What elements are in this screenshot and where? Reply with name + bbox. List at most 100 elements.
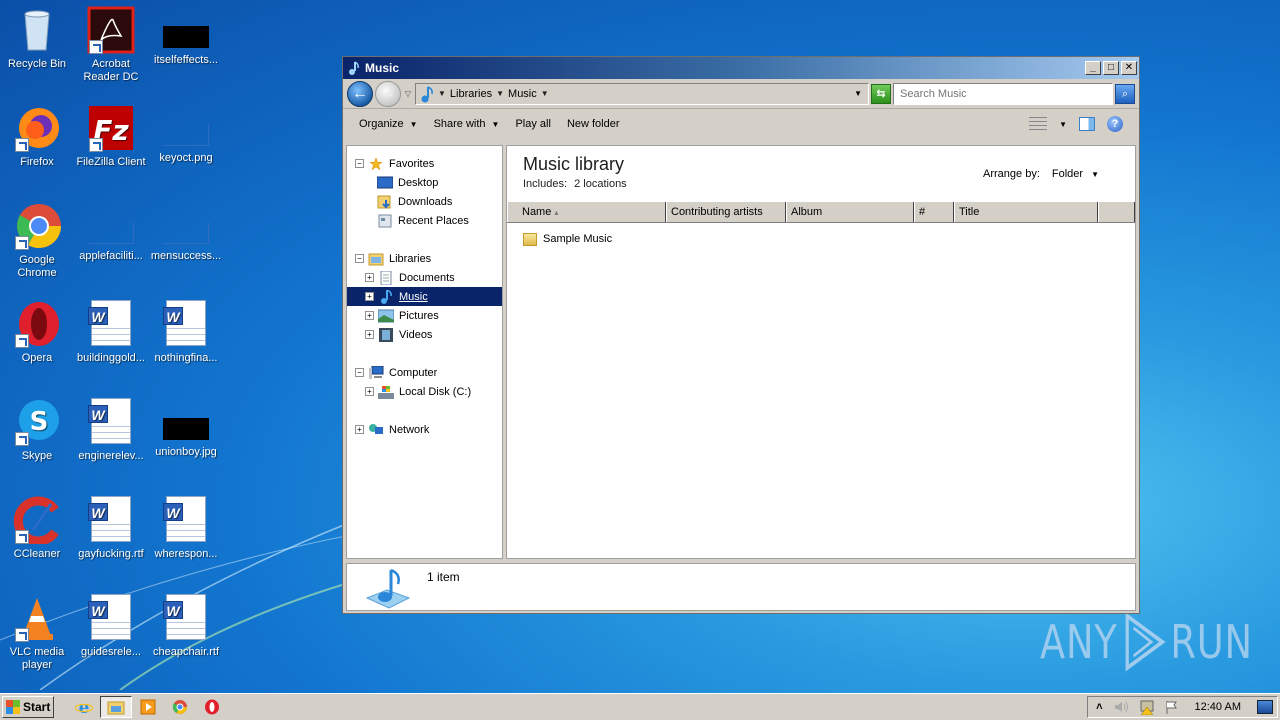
preview-pane-icon[interactable] — [1079, 117, 1095, 131]
breadcrumb-libraries[interactable]: Libraries — [450, 88, 492, 100]
tree-label: Computer — [389, 366, 438, 379]
title-bar[interactable]: Music _ □ ✕ — [343, 57, 1139, 79]
tree-music[interactable]: + Music — [347, 287, 502, 306]
share-with-button[interactable]: Share with ▼ — [426, 118, 508, 130]
clock[interactable]: 12:40 AM — [1195, 701, 1241, 713]
desktop-icon-acrobat[interactable]: Acrobat Reader DC — [74, 6, 148, 84]
maximize-button[interactable]: □ — [1103, 61, 1119, 75]
desktop-icon-nothingfina[interactable]: W nothingfina... — [149, 300, 223, 365]
start-button[interactable]: Start — [2, 696, 54, 718]
desktop-icon-keyoct[interactable]: keyoct.png — [149, 104, 223, 165]
desktop-icon-recycle-bin[interactable]: Recycle Bin — [0, 6, 74, 71]
downloads-folder-icon — [377, 195, 391, 208]
desktop-icon-firefox[interactable]: Firefox — [0, 104, 74, 169]
list-item[interactable]: Sample Music — [507, 229, 1135, 249]
collapse-toggle[interactable]: − — [355, 368, 364, 377]
minimize-button[interactable]: _ — [1085, 61, 1101, 75]
taskbar-windows-explorer[interactable] — [100, 696, 132, 718]
play-all-button[interactable]: Play all — [507, 118, 558, 130]
taskbar-media-player[interactable] — [132, 696, 164, 718]
start-label: Start — [23, 700, 51, 714]
search-input[interactable] — [893, 82, 1113, 105]
pictures-icon — [378, 309, 394, 322]
taskbar-opera[interactable] — [196, 696, 228, 718]
desktop-icon-google-chrome[interactable]: Google Chrome — [0, 202, 74, 280]
show-desktop-button[interactable] — [1257, 700, 1273, 714]
desktop-icon-itselfeffects[interactable]: itselfeffects... — [149, 6, 223, 67]
desktop-icon-mensuccess[interactable]: mensuccess... — [149, 202, 223, 263]
taskbar-internet-explorer[interactable]: e — [68, 696, 100, 718]
tree-documents[interactable]: + Documents — [347, 268, 502, 287]
breadcrumb-music[interactable]: Music — [508, 88, 537, 100]
forward-button[interactable]: → — [375, 80, 401, 107]
desktop-icon-skype[interactable]: S Skype — [0, 398, 74, 463]
tree-downloads[interactable]: Downloads — [347, 192, 502, 211]
breadcrumb-arrow[interactable]: ▼ — [541, 89, 549, 98]
column-header-title[interactable]: Title — [954, 202, 1098, 222]
desktop-icon-buildinggold[interactable]: W buildinggold... — [74, 300, 148, 365]
breadcrumb[interactable]: ▼ Libraries ▼ Music ▼ ▼ — [415, 82, 869, 105]
breadcrumb-root-arrow[interactable]: ▼ — [438, 89, 446, 98]
desktop-icon-vlc[interactable]: VLC media player — [0, 594, 74, 672]
expand-toggle[interactable]: + — [365, 311, 374, 320]
desktop-icon-ccleaner[interactable]: CCleaner — [0, 496, 74, 561]
collapse-toggle[interactable]: − — [355, 254, 364, 263]
item-count: 1 item — [427, 570, 460, 584]
desktop-icon-unionboy[interactable]: unionboy.jpg — [149, 398, 223, 459]
tree-libraries[interactable]: − Libraries — [347, 249, 502, 268]
desktop-icon-opera[interactable]: Opera — [0, 300, 74, 365]
tree-label: Documents — [399, 271, 455, 284]
expand-toggle[interactable]: + — [365, 330, 374, 339]
tree-favorites[interactable]: − Favorites — [347, 154, 502, 173]
change-view-icon[interactable] — [1029, 117, 1048, 131]
music-icon — [381, 289, 392, 304]
action-center-flag-icon[interactable] — [1165, 700, 1179, 714]
expand-toggle[interactable]: + — [355, 425, 364, 434]
back-button[interactable]: ← — [347, 80, 373, 107]
desktop-icon-label: guidesrele... — [81, 646, 141, 658]
recent-pages-dropdown[interactable]: ▽ — [403, 89, 413, 98]
column-header-album[interactable]: Album — [786, 202, 914, 222]
desktop-icon-applefaciliti[interactable]: applefaciliti... — [74, 202, 148, 263]
tree-desktop[interactable]: Desktop — [347, 173, 502, 192]
tree-label: Videos — [399, 328, 433, 341]
expand-toggle[interactable]: + — [365, 387, 374, 396]
tree-videos[interactable]: + Videos — [347, 325, 502, 344]
show-hidden-icons-button[interactable]: ˄ — [1096, 701, 1102, 713]
expand-toggle[interactable]: + — [365, 292, 374, 301]
close-button[interactable]: ✕ — [1121, 61, 1137, 75]
address-history-dropdown[interactable]: ▼ — [854, 89, 862, 98]
desktop-icon-filezilla[interactable]: Fz FileZilla Client — [74, 104, 148, 169]
desktop-icon-enginerelev[interactable]: W enginerelev... — [74, 398, 148, 463]
organize-button[interactable]: Organize ▼ — [351, 118, 426, 130]
tree-computer[interactable]: − Computer — [347, 363, 502, 382]
column-header-name[interactable]: Name ▴ — [507, 202, 666, 222]
desktop-icon-cheapchair[interactable]: W cheapchair.rtf — [149, 594, 223, 659]
search-button[interactable]: ⌕ — [1115, 83, 1135, 104]
includes-locations-link[interactable]: 2 locations — [574, 178, 627, 190]
tree-local-disk[interactable]: + Local Disk (C:) — [347, 382, 502, 401]
videos-icon — [379, 327, 393, 342]
tree-recent-places[interactable]: Recent Places — [347, 211, 502, 230]
collapse-toggle[interactable]: − — [355, 159, 364, 168]
volume-icon[interactable] — [1113, 700, 1129, 714]
refresh-button[interactable]: ⇆ — [871, 83, 891, 104]
taskbar-chrome[interactable] — [164, 696, 196, 718]
organize-label: Organize — [359, 118, 404, 130]
breadcrumb-arrow[interactable]: ▼ — [496, 89, 504, 98]
desktop-icon-wherespon[interactable]: W wherespon... — [149, 496, 223, 561]
chevron-down-icon[interactable]: ▼ — [1091, 170, 1099, 179]
tree-network[interactable]: + Network — [347, 420, 502, 439]
help-icon[interactable]: ? — [1107, 116, 1123, 132]
libraries-icon — [368, 253, 384, 265]
column-header-contributing-artists[interactable]: Contributing artists — [666, 202, 786, 222]
tree-pictures[interactable]: + Pictures — [347, 306, 502, 325]
arrange-by-dropdown[interactable]: Folder — [1052, 168, 1083, 180]
new-folder-button[interactable]: New folder — [559, 118, 628, 130]
network-warning-icon[interactable] — [1139, 699, 1155, 715]
column-header-number[interactable]: # — [914, 202, 954, 222]
desktop-icon-guidesrele[interactable]: W guidesrele... — [74, 594, 148, 659]
desktop-icon-gayfucking[interactable]: W gayfucking.rtf — [74, 496, 148, 561]
view-options-dropdown[interactable]: ▼ — [1059, 120, 1067, 129]
expand-toggle[interactable]: + — [365, 273, 374, 282]
